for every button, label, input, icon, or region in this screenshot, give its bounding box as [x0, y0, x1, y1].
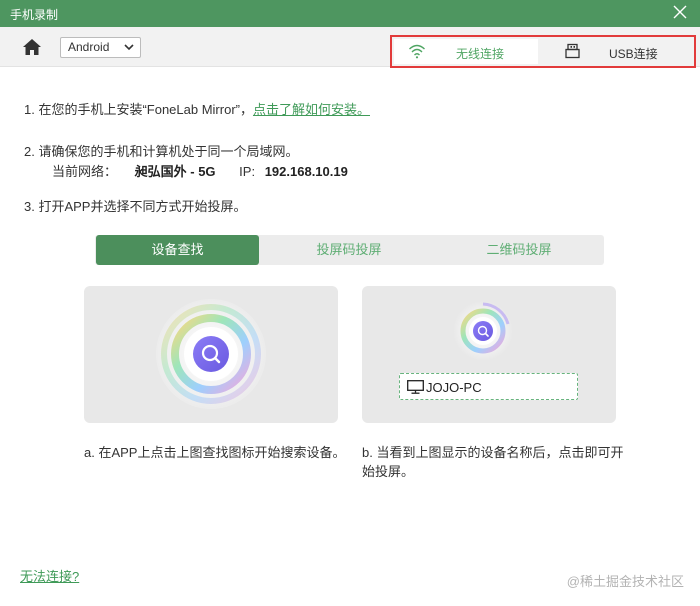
os-select-value: Android	[68, 40, 110, 54]
close-icon[interactable]	[673, 5, 687, 19]
home-icon[interactable]	[22, 37, 42, 57]
tab-wireless[interactable]: 无线连接	[394, 39, 538, 64]
tab-wireless-label: 无线连接	[456, 47, 505, 61]
device-name: JOJO-PC	[426, 380, 482, 395]
step-2: 2. 请确保您的手机和计算机处于同一个局域网。	[24, 144, 299, 159]
tab-qrcode-cast[interactable]: 二维码投屏	[435, 235, 603, 265]
search-small-illustration	[453, 301, 513, 361]
computer-icon	[407, 380, 424, 394]
window-title: 手机录制	[10, 8, 59, 22]
cannot-connect-link[interactable]: 无法连接?	[20, 566, 79, 585]
search-illustration-card	[84, 286, 338, 423]
caption-b: b. 当看到上图显示的设备名称后，点击即可开始投屏。	[362, 445, 624, 479]
device-found-card: JOJO-PC	[362, 286, 616, 423]
tab-usb-label: USB连接	[609, 47, 658, 61]
usb-icon	[565, 43, 580, 59]
ip-label: IP:	[239, 164, 256, 179]
ip-value: 192.168.10.19	[264, 164, 348, 179]
connection-switch: 无线连接 USB连接	[390, 35, 696, 68]
install-guide-link[interactable]: 点击了解如何安装。	[253, 102, 370, 117]
chevron-down-icon	[124, 44, 134, 51]
os-select[interactable]: Android	[60, 37, 141, 58]
network-info: 当前网络： 昶弘国外 - 5G IP: 192.168.10.19	[52, 161, 348, 180]
mode-tabs: 设备查找 投屏码投屏 二维码投屏	[95, 235, 604, 265]
tab-device-search[interactable]: 设备查找	[96, 235, 259, 265]
search-illustration	[156, 299, 266, 409]
step-1: 1. 在您的手机上安装“FoneLab Mirror”，点击了解如何安装。	[24, 99, 370, 118]
network-label: 当前网络：	[52, 164, 118, 179]
watermark: @稀土掘金技术社区	[566, 574, 684, 589]
step-1-text: 1. 在您的手机上安装“FoneLab Mirror”，	[24, 102, 253, 117]
caption-a: a. 在APP上点击上图查找图标开始搜索设备。	[84, 445, 346, 460]
wifi-icon	[409, 44, 425, 59]
network-name: 昶弘国外 - 5G	[134, 164, 216, 179]
device-item[interactable]: JOJO-PC	[399, 373, 578, 400]
title-bar: 手机录制	[0, 0, 700, 27]
tab-code-cast[interactable]: 投屏码投屏	[265, 235, 433, 265]
step-3: 3. 打开APP并选择不同方式开始投屏。	[24, 199, 247, 214]
tab-usb[interactable]: USB连接	[540, 39, 692, 64]
